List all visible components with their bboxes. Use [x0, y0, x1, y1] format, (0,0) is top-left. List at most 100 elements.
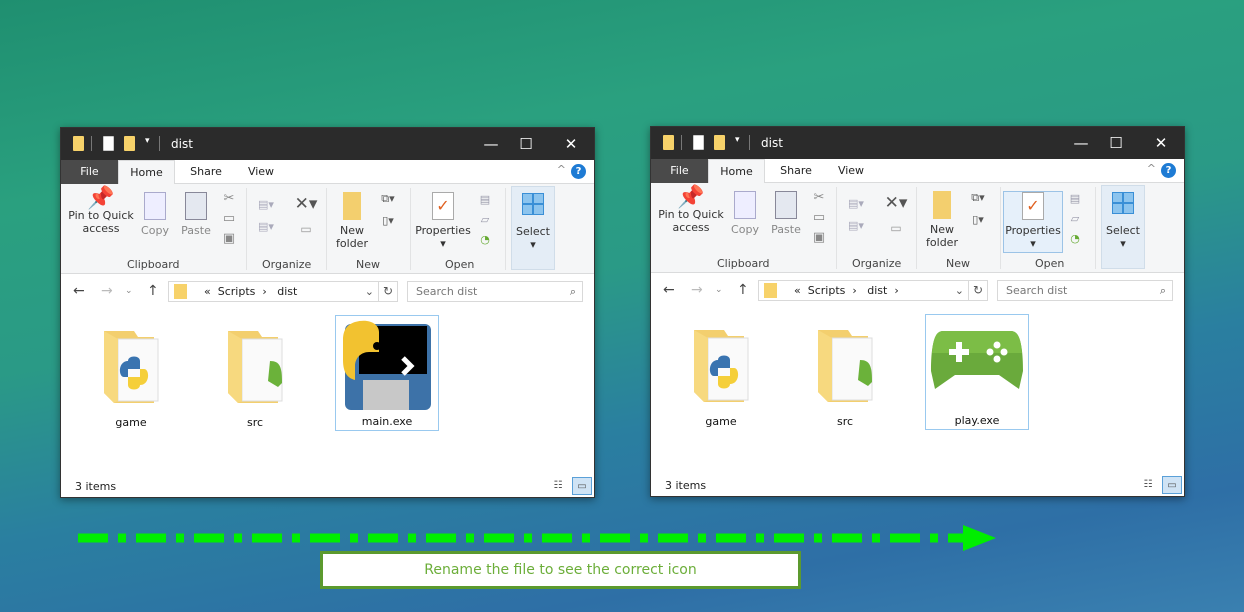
tab-share[interactable]: Share — [771, 159, 821, 183]
recent-dropdown-icon[interactable]: ⌄ — [125, 286, 133, 296]
select-icon — [522, 193, 544, 215]
select-label: Select — [516, 225, 550, 238]
explorer-window-1: ▾ dist — ☐ ✕ File Home Share View ^ ? 📌 P… — [60, 127, 595, 498]
chevron-down-icon[interactable]: ▾ — [145, 136, 150, 146]
tab-view[interactable]: View — [236, 160, 286, 184]
tab-home[interactable]: Home — [708, 159, 765, 184]
select-button[interactable]: Select ▾ — [511, 186, 555, 270]
address-row: ← → ⌄ ↑ « Scripts › dist › ⌄ ↻ Search di… — [651, 273, 1184, 307]
divider — [916, 187, 917, 269]
properties-icon: ✓ — [1022, 192, 1044, 220]
minimize-button[interactable]: — — [476, 132, 506, 156]
open-edit-history-icons[interactable]: ▤ ▱ ◔ — [1065, 189, 1085, 249]
folder-gamepad-icon — [203, 321, 307, 414]
properties-qa-icon[interactable] — [103, 136, 114, 151]
folder-icon — [764, 283, 777, 298]
tab-home[interactable]: Home — [118, 160, 175, 185]
refresh-button[interactable]: ↻ — [968, 280, 988, 301]
breadcrumb-dist[interactable]: dist — [277, 285, 297, 298]
tab-view[interactable]: View — [826, 159, 876, 183]
chevron-down-icon[interactable]: ⌄ — [365, 282, 374, 301]
breadcrumb-scripts[interactable]: Scripts — [808, 284, 846, 297]
tab-file[interactable]: File — [651, 159, 708, 183]
delete-rename-icons[interactable]: ✕▾ ▭ — [291, 192, 321, 241]
file-item-src[interactable]: src — [793, 314, 897, 430]
new-item-icons[interactable]: ⧉▾ ▯▾ — [376, 188, 400, 232]
pin-quick-access-button[interactable]: 📌 Pin to Quick access — [65, 188, 137, 236]
details-view-button[interactable]: ☷ — [548, 477, 568, 495]
forward-button[interactable]: → — [101, 283, 113, 299]
breadcrumb-scripts[interactable]: Scripts — [218, 285, 256, 298]
file-name: play.exe — [954, 414, 1000, 427]
new-folder-qa-icon[interactable] — [124, 136, 135, 151]
new-folder-qa-icon[interactable] — [714, 135, 725, 150]
properties-icon: ✓ — [432, 192, 454, 220]
select-button[interactable]: Select ▾ — [1101, 185, 1145, 269]
paste-button[interactable]: Paste — [768, 191, 804, 236]
new-folder-button[interactable]: New folder — [331, 192, 373, 250]
overflow-chevron[interactable]: « — [204, 285, 211, 298]
back-button[interactable]: ← — [663, 282, 675, 298]
large-icons-view-button[interactable]: ▭ — [1162, 476, 1182, 494]
address-bar[interactable]: « Scripts › dist ⌄ — [168, 281, 379, 302]
up-button[interactable]: ↑ — [147, 283, 159, 299]
back-button[interactable]: ← — [73, 283, 85, 299]
recent-dropdown-icon[interactable]: ⌄ — [715, 285, 723, 295]
new-folder-label: New folder — [926, 223, 958, 249]
file-item-game[interactable]: game — [669, 314, 773, 430]
pin-quick-access-button[interactable]: 📌 Pin to Quick access — [655, 187, 727, 235]
large-icons-view-button[interactable]: ▭ — [572, 477, 592, 495]
search-input[interactable]: Search dist ⌕ — [997, 280, 1173, 301]
file-item-play-exe[interactable]: play.exe — [925, 314, 1029, 430]
tab-file[interactable]: File — [61, 160, 118, 184]
properties-qa-icon[interactable] — [693, 135, 704, 150]
properties-label: Properties — [415, 224, 471, 237]
address-row: ← → ⌄ ↑ « Scripts › dist ⌄ ↻ Search dist… — [61, 274, 594, 308]
cut-icon[interactable]: ✂ ▭ ▣ — [809, 188, 829, 248]
maximize-button[interactable]: ☐ — [1101, 131, 1131, 155]
close-button[interactable]: ✕ — [1146, 131, 1176, 155]
search-input[interactable]: Search dist ⌕ — [407, 281, 583, 302]
help-icon[interactable]: ? — [1161, 163, 1176, 178]
file-item-game[interactable]: game — [79, 315, 183, 431]
details-view-button[interactable]: ☷ — [1138, 476, 1158, 494]
file-name: src — [246, 416, 264, 429]
select-label: Select — [1106, 224, 1140, 237]
move-copy-to-icons[interactable]: ▤▾ ▤▾ — [846, 193, 866, 237]
address-bar[interactable]: « Scripts › dist › ⌄ — [758, 280, 969, 301]
divider — [410, 188, 411, 270]
file-item-main-exe[interactable]: main.exe — [335, 315, 439, 431]
minimize-button[interactable]: — — [1066, 131, 1096, 155]
chevron-down-icon[interactable]: ▾ — [735, 135, 740, 145]
delete-rename-icons[interactable]: ✕▾ ▭ — [881, 191, 911, 240]
chevron-down-icon[interactable]: ⌄ — [955, 281, 964, 300]
overflow-chevron[interactable]: « — [794, 284, 801, 297]
collapse-ribbon-icon[interactable]: ^ — [557, 163, 566, 176]
forward-button[interactable]: → — [691, 282, 703, 298]
copy-button[interactable]: Copy — [727, 191, 763, 236]
group-clipboard: Clipboard — [127, 258, 180, 271]
new-item-icons[interactable]: ⧉▾ ▯▾ — [966, 187, 990, 231]
cut-icon[interactable]: ✂ ▭ ▣ — [219, 189, 239, 249]
collapse-ribbon-icon[interactable]: ^ — [1147, 162, 1156, 175]
ribbon-tabs: File Home Share View ^ ? — [651, 159, 1184, 184]
paste-button[interactable]: Paste — [178, 192, 214, 237]
properties-button[interactable]: ✓ Properties ▾ — [1003, 191, 1063, 253]
tab-share[interactable]: Share — [181, 160, 231, 184]
copy-label: Copy — [141, 224, 169, 237]
properties-button[interactable]: ✓ Properties ▾ — [413, 192, 473, 250]
breadcrumb-dist[interactable]: dist — [867, 284, 887, 297]
maximize-button[interactable]: ☐ — [511, 132, 541, 156]
copy-button[interactable]: Copy — [137, 192, 173, 237]
item-count: 3 items — [665, 479, 707, 492]
help-icon[interactable]: ? — [571, 164, 586, 179]
file-item-src[interactable]: src — [203, 315, 307, 431]
move-copy-to-icons[interactable]: ▤▾ ▤▾ — [256, 194, 276, 238]
group-organize: Organize — [852, 257, 902, 270]
new-folder-button[interactable]: New folder — [921, 191, 963, 249]
refresh-button[interactable]: ↻ — [378, 281, 398, 302]
close-button[interactable]: ✕ — [556, 132, 586, 156]
open-edit-history-icons[interactable]: ▤ ▱ ◔ — [475, 190, 495, 250]
up-button[interactable]: ↑ — [737, 282, 749, 298]
file-list: game src play.exe — [651, 307, 1184, 477]
